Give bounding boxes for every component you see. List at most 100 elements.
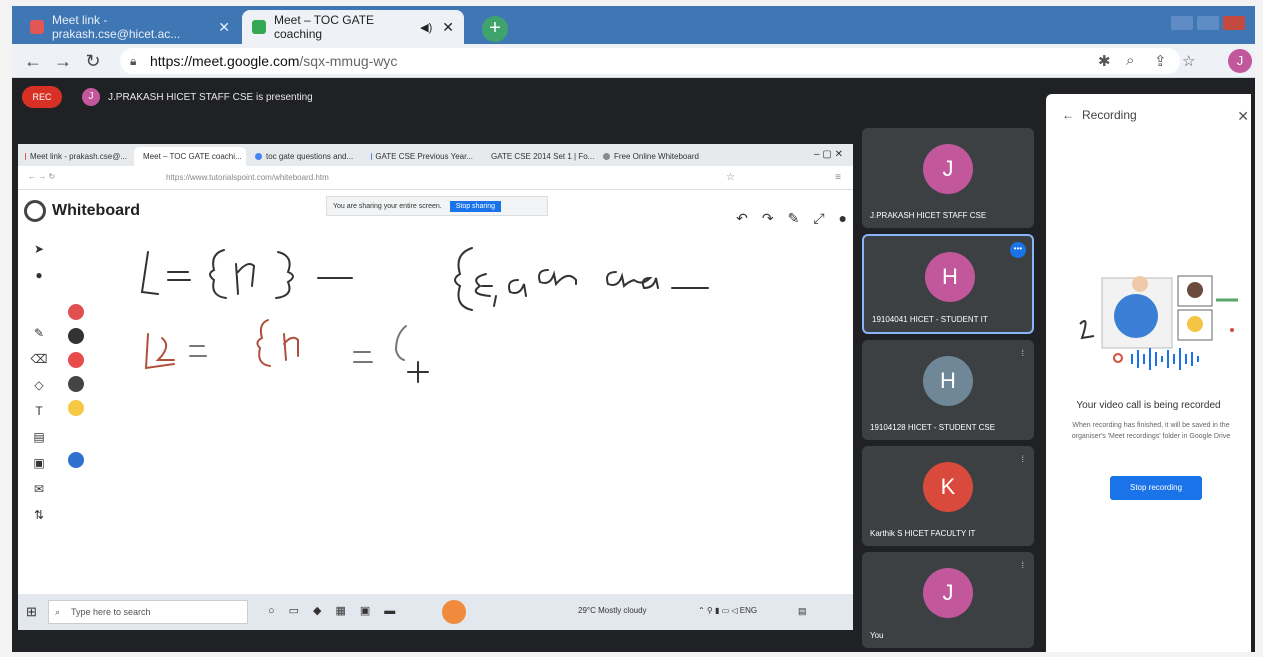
presenter-text: J.PRAKASH HICET STAFF CSE is presenting [108,91,313,103]
notification-icon: ▤ [798,606,807,616]
stroke-brace-open [209,249,227,299]
participant-tile-self[interactable]: ⁞ J You [862,552,1034,648]
new-tab-button[interactable]: + [482,16,508,42]
stroke-aa [538,269,577,287]
shared-tab-label: Meet link - prakash.cse@... [29,152,127,161]
tab-label: Meet link - prakash.cse@hicet.ac... [52,13,181,41]
participant-tile[interactable]: J J.PRAKASH HICET STAFF CSE [862,128,1034,228]
taskbar-search-box: ⌕ Type here to search [48,600,248,624]
swatch-red [68,304,84,320]
mic-muted-icon: ⁞ [1021,348,1024,358]
url-host: https://meet.google.com [150,53,300,69]
url-field[interactable]: 🔒︎ https://meet.google.com/sqx-mmug-wyc [120,48,1180,74]
color-palette [68,304,84,468]
stroke-b-red [283,333,299,361]
stroke-equals-4 [353,351,373,363]
pointer-icon: ➤ [33,242,45,256]
star-icon: ☆ [726,172,735,183]
swatch-dark [68,376,84,392]
eraser-icon: ⌫ [30,352,48,366]
participant-tile[interactable]: ⁞ K Karthik S HICET FACULTY IT [862,446,1034,546]
shared-tab: toc gate questions and... [250,147,362,166]
avatar: J [923,568,973,618]
stroke-L2 [144,333,175,370]
close-icon[interactable]: ✕ [442,19,454,36]
share-icon[interactable]: ⇪ [1154,52,1167,70]
close-icon[interactable]: ✕ [218,19,230,36]
recording-description: When recording has finished, it will be … [1071,422,1231,440]
close-window-button[interactable] [1223,16,1245,30]
recording-illustration [1079,275,1238,370]
close-icon[interactable]: ✕ [1237,108,1249,125]
tab-label: Meet – TOC GATE coaching [274,13,375,41]
participant-tile[interactable]: ⁞ H 19104128 HICET - STUDENT CSE [862,340,1034,440]
back-icon: ← → ↻ [28,172,56,181]
participant-name: J.PRAKASH HICET STAFF CSE [870,211,987,220]
avatar: J [82,88,100,106]
participant-name: 19104128 HICET - STUDENT CSE [870,423,996,432]
zoom-icon[interactable]: ⌕ [1126,52,1134,69]
minimize-button[interactable] [1171,16,1193,30]
stroke-a-exp [235,263,256,295]
swatch-blue [68,452,84,468]
stroke-brace-red [256,319,271,367]
profile-avatar[interactable]: J [1228,49,1252,73]
stroke-a1 [508,279,527,297]
fullscreen-icon: ⤢ [813,210,825,226]
redo-icon: ↷ [761,210,774,226]
stroke-brace-close [275,251,294,299]
stroke-aaa [606,271,659,290]
camera-blocked-icon[interactable]: ✱ [1098,52,1111,70]
search-icon: ⌕ [55,607,61,617]
reload-icon[interactable]: ↻ [82,51,104,72]
shared-screen: Meet link - prakash.cse@... Meet – TOC G… [18,144,853,630]
address-toolbar: ← → ↻ 🔒︎ https://meet.google.com/sqx-mmu… [12,44,1255,78]
rec-indicator[interactable]: REC [22,86,62,108]
share-notice-text: You are sharing your entire screen. [333,202,442,210]
shared-tab: GATE CSE 2014 Set 1 | Fo... [482,147,594,166]
presenter-banner: J J.PRAKASH HICET STAFF CSE is presentin… [82,86,313,108]
tutorialspoint-logo-icon [24,200,46,222]
stroke-equals-3 [189,345,207,357]
shared-tab: Meet – TOC GATE coachi... [134,147,246,166]
bookmark-star-icon[interactable]: ☆ [1182,52,1195,70]
back-arrow-icon[interactable]: ← [1062,108,1074,122]
gmail-icon [25,153,26,160]
swatch-black [68,328,84,344]
shared-tab-label: Free Online Whiteboard [614,152,699,161]
maximize-button[interactable] [1197,16,1219,30]
google-icon [255,153,262,160]
stop-recording-button[interactable]: Stop recording [1110,476,1202,500]
avatar: K [923,462,973,512]
firefox-icon [442,600,466,624]
lock-icon: 🔒︎ [130,54,137,68]
brush-dot-icon: ● [35,268,43,282]
swatch-red [68,352,84,368]
window-controls [1171,16,1245,30]
stroke-comma [493,295,497,307]
window-controls-icon: – ▢ ✕ [814,149,843,160]
whiteboard-toolbar: ↶ ↷ ✎ ⤢ ● [736,210,847,227]
mic-muted-icon: ⁞ [1021,560,1024,570]
browser-tab-meet-link[interactable]: Meet link - prakash.cse@hicet.ac... ✕ [20,10,240,44]
forward-icon[interactable]: → [52,51,74,72]
shared-tab: Free Online Whiteboard [598,147,710,166]
shared-tab: Meet link - prakash.cse@... [20,147,132,166]
stop-sharing-button: Stop sharing [449,200,502,212]
stroke-equals [167,271,191,281]
avatar: J [923,144,973,194]
taskbar-search-placeholder: Type here to search [71,607,151,617]
back-icon[interactable]: ← [22,51,44,72]
browser-tab-meet[interactable]: Meet – TOC GATE coaching ◀) ✕ [242,10,464,44]
windows-start-icon: ⊞ [26,604,37,619]
more-options-icon[interactable]: ••• [1010,242,1026,258]
speaker-icon[interactable]: ◀) [420,21,432,34]
recording-panel-header: ← Recording [1062,108,1137,122]
shared-address-bar: ← → ↻ https://www.tutorialspoint.com/whi… [18,166,853,190]
recording-panel: ← Recording ✕ Your video call is being r… [1046,94,1251,652]
participant-tile[interactable]: ••• H 19104041 HICET - STUDENT IT [862,234,1034,334]
shared-tab: GATE CSE Previous Year... [366,147,478,166]
recording-panel-title: Recording [1082,108,1137,122]
stroke-brace-set [454,247,473,311]
